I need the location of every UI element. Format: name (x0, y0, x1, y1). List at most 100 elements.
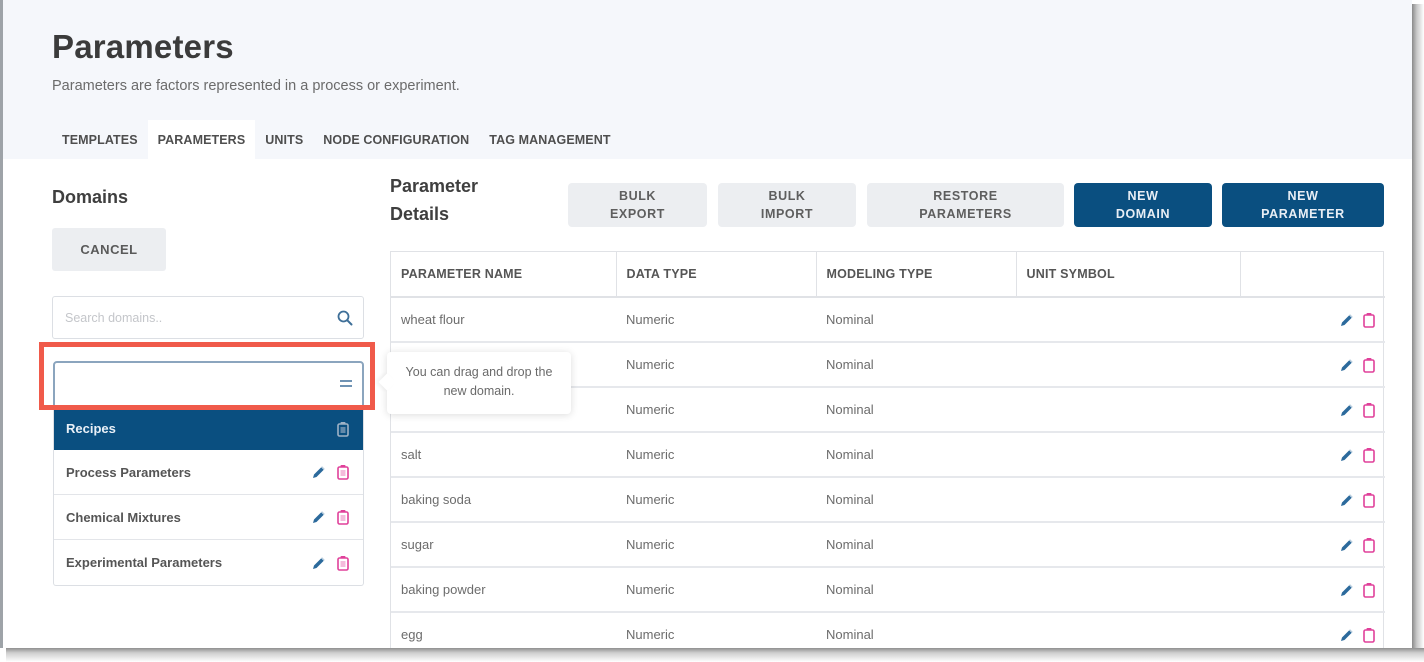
tab-parameters[interactable]: PARAMETERS (147, 120, 256, 159)
cell-actions (1240, 612, 1385, 648)
pencil-icon[interactable] (1339, 357, 1355, 373)
cell-modeling-type: Nominal (816, 432, 1016, 478)
tab-node-configuration[interactable]: NODE CONFIGURATION (313, 120, 479, 159)
cell-modeling-type: Nominal (816, 522, 1016, 568)
tab-tag-management[interactable]: TAG MANAGEMENT (479, 120, 620, 159)
cell-parameter-name: salt (391, 432, 616, 478)
pencil-icon[interactable] (1339, 492, 1355, 508)
trash-icon[interactable] (1361, 582, 1377, 598)
table-row[interactable]: baking powder Numeric Nominal (391, 567, 1385, 613)
trash-icon[interactable] (1361, 312, 1377, 328)
cell-parameter-name: sugar (391, 522, 616, 568)
cell-data-type: Numeric (616, 477, 816, 523)
cell-data-type: Numeric (616, 387, 816, 433)
table-row[interactable]: wheat flour Numeric Nominal (391, 297, 1385, 343)
new-domain-input[interactable] (65, 375, 325, 395)
domain-search (52, 296, 364, 339)
cell-modeling-type: Nominal (816, 477, 1016, 523)
cell-actions (1240, 297, 1385, 343)
domains-heading: Domains (52, 187, 129, 207)
cell-unit-symbol (1016, 477, 1240, 523)
column-header-actions (1240, 252, 1385, 298)
cell-modeling-type: Nominal (816, 342, 1016, 388)
domain-item-recipes[interactable]: Recipes (54, 407, 363, 450)
pencil-icon[interactable] (1339, 582, 1355, 598)
cell-modeling-type: Nominal (816, 567, 1016, 613)
cell-modeling-type: Nominal (816, 387, 1016, 433)
trash-icon[interactable] (1361, 537, 1377, 553)
page: Parameters Parameters are factors repres… (3, 0, 1412, 648)
search-icon[interactable] (337, 310, 353, 326)
tab-bar: TEMPLATES PARAMETERS UNITS NODE CONFIGUR… (52, 120, 621, 159)
parameter-details-heading: Parameter Details (390, 172, 510, 228)
pencil-icon[interactable] (1339, 312, 1355, 328)
cell-actions (1240, 432, 1385, 478)
page-subtitle: Parameters are factors represented in a … (52, 78, 460, 94)
column-header-parameter-name[interactable]: PARAMETER NAME (391, 252, 617, 298)
cell-actions (1240, 567, 1385, 613)
cell-unit-symbol (1016, 432, 1240, 478)
tab-units[interactable]: UNITS (255, 120, 313, 159)
cell-unit-symbol (1016, 567, 1240, 613)
domain-list: Recipes Process Parameters Chemical Mixt… (53, 407, 364, 586)
cell-unit-symbol (1016, 612, 1240, 648)
domain-item-label: Process Parameters (66, 464, 192, 480)
trash-icon[interactable] (1361, 627, 1377, 643)
pencil-icon[interactable] (1339, 627, 1355, 643)
trash-icon[interactable] (1361, 357, 1377, 373)
tab-templates[interactable]: TEMPLATES (52, 120, 148, 159)
domain-item-chemical-mixtures[interactable]: Chemical Mixtures (54, 495, 363, 540)
parameter-details-title: Parameter Details (390, 176, 479, 224)
domain-search-input[interactable] (65, 308, 325, 328)
domain-item-experimental-parameters[interactable]: Experimental Parameters (54, 540, 363, 585)
domain-item-label: Recipes (66, 421, 116, 436)
cell-data-type: Numeric (616, 612, 816, 648)
window-shadow-right (1412, 4, 1424, 656)
bulk-export-button[interactable]: BULK EXPORT (568, 183, 707, 227)
trash-icon[interactable] (1361, 402, 1377, 418)
bulk-import-button[interactable]: BULK IMPORT (718, 183, 856, 227)
cell-data-type: Numeric (616, 342, 816, 388)
trash-icon[interactable] (335, 555, 351, 571)
column-header-modeling-type[interactable]: MODELING TYPE (816, 252, 1017, 298)
trash-icon[interactable] (335, 421, 351, 437)
trash-icon[interactable] (335, 509, 351, 525)
cell-parameter-name: egg (391, 612, 616, 648)
cell-unit-symbol (1016, 522, 1240, 568)
table-header-row: PARAMETER NAME DATA TYPE MODELING TYPE U… (391, 252, 1385, 298)
new-parameter-button[interactable]: NEW PARAMETER (1222, 183, 1384, 227)
cell-actions (1240, 477, 1385, 523)
trash-icon[interactable] (335, 464, 351, 480)
domain-item-label: Chemical Mixtures (66, 509, 181, 525)
cancel-button[interactable]: CANCEL (52, 228, 166, 271)
cell-unit-symbol (1016, 342, 1240, 388)
cell-unit-symbol (1016, 387, 1240, 433)
pencil-icon[interactable] (1339, 447, 1355, 463)
trash-icon[interactable] (1361, 447, 1377, 463)
cell-data-type: Numeric (616, 522, 816, 568)
trash-icon[interactable] (1361, 492, 1377, 508)
column-header-unit-symbol[interactable]: UNIT SYMBOL (1016, 252, 1241, 298)
parameters-table: PARAMETER NAME DATA TYPE MODELING TYPE U… (390, 251, 1385, 648)
cell-parameter-name: baking powder (391, 567, 616, 613)
pencil-icon[interactable] (311, 509, 327, 525)
cell-parameter-name: baking soda (391, 477, 616, 523)
cell-data-type: Numeric (616, 567, 816, 613)
pencil-icon[interactable] (1339, 402, 1355, 418)
cell-modeling-type: Nominal (816, 297, 1016, 343)
domain-item-process-parameters[interactable]: Process Parameters (54, 450, 363, 495)
drag-handle-icon[interactable] (340, 380, 352, 389)
table-row[interactable]: salt Numeric Nominal (391, 432, 1385, 478)
column-header-data-type[interactable]: DATA TYPE (616, 252, 817, 298)
table-row[interactable]: baking soda Numeric Nominal (391, 477, 1385, 523)
new-domain-button[interactable]: NEW DOMAIN (1074, 183, 1212, 227)
cell-modeling-type: Nominal (816, 612, 1016, 648)
pencil-icon[interactable] (311, 464, 327, 480)
cell-data-type: Numeric (616, 432, 816, 478)
table-row[interactable]: sugar Numeric Nominal (391, 522, 1385, 568)
window-shadow-bottom (6, 648, 1424, 662)
pencil-icon[interactable] (311, 555, 327, 571)
pencil-icon[interactable] (1339, 537, 1355, 553)
restore-parameters-button[interactable]: RESTORE PARAMETERS (867, 183, 1064, 227)
table-row[interactable]: egg Numeric Nominal (391, 612, 1385, 648)
